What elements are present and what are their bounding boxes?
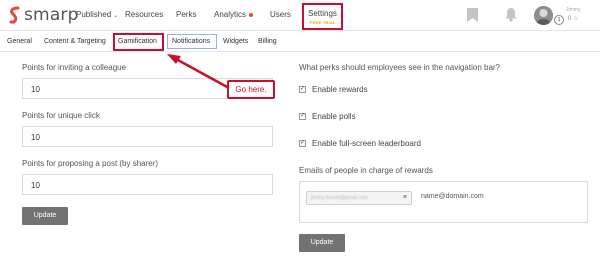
tab-content-targeting[interactable]: Content & Targeting	[44, 38, 106, 45]
nav-settings[interactable]: Settings	[308, 9, 337, 18]
invite-points-label: Points for inviting a colleague	[22, 63, 127, 72]
nav-users[interactable]: Users	[270, 10, 291, 19]
tab-notifications[interactable]: Notifications	[172, 38, 210, 45]
tab-gamification[interactable]: Gamification	[118, 38, 157, 45]
bell-icon[interactable]	[505, 7, 517, 22]
tab-billing[interactable]: Billing	[258, 38, 277, 45]
email-tag-text: jimmy.doucet@gmail.com	[311, 195, 368, 201]
smarp-logo-icon	[9, 6, 20, 24]
enable-rewards-row[interactable]: ✓ Enable rewards	[299, 85, 368, 94]
remove-tag-icon[interactable]: ×	[403, 194, 407, 201]
free-trial-label: FREE TRIAL	[310, 20, 336, 25]
email-input-placeholder[interactable]: name@domain.com	[421, 193, 484, 200]
go-here-callout: Go here.	[227, 80, 275, 99]
chevron-down-icon: ⌄	[113, 13, 119, 19]
notification-count-badge: 1	[554, 15, 564, 25]
enable-rewards-label: Enable rewards	[312, 85, 368, 94]
smarp-logo[interactable]: smarp	[8, 5, 79, 25]
post-points-label: Points for proposing a post (by sharer)	[22, 159, 159, 168]
user-stars: 0 ☆	[568, 16, 579, 22]
nav-perks-label: Perks	[176, 10, 197, 19]
notification-dot	[249, 12, 254, 17]
nav-resources-label: Resources	[125, 10, 164, 19]
tab-widgets[interactable]: Widgets	[223, 38, 248, 45]
enable-leaderboard-row[interactable]: ✓ Enable full-screen leaderboard	[299, 139, 421, 148]
logo-text: smarp	[24, 5, 79, 25]
settings-subnav: General Content & Targeting Gamification…	[0, 32, 600, 52]
enable-polls-checkbox[interactable]: ✓	[299, 113, 306, 120]
enable-polls-row[interactable]: ✓ Enable polls	[299, 112, 356, 121]
nav-users-label: Users	[270, 10, 291, 19]
enable-rewards-checkbox[interactable]: ✓	[299, 86, 306, 93]
enable-leaderboard-label: Enable full-screen leaderboard	[312, 139, 421, 148]
nav-published-label: Published	[76, 10, 112, 19]
enable-leaderboard-checkbox[interactable]: ✓	[299, 140, 306, 147]
perks-question-label: What perks should employees see in the n…	[299, 63, 501, 72]
click-points-label: Points for unique click	[22, 111, 100, 120]
update-button-left[interactable]: Update	[22, 207, 68, 225]
nav-analytics[interactable]: Analytics	[214, 10, 254, 19]
enable-polls-label: Enable polls	[312, 112, 356, 121]
post-points-input[interactable]: 10	[22, 174, 273, 195]
nav-perks[interactable]: Perks	[176, 10, 196, 19]
click-points-input[interactable]: 10	[22, 126, 273, 147]
bookmark-icon[interactable]	[467, 8, 478, 22]
user-name[interactable]: Jimmy	[566, 7, 580, 13]
top-navigation-bar: smarp Published ⌄ Resources Perks Analyti…	[0, 0, 600, 31]
update-button-right[interactable]: Update	[299, 234, 345, 252]
reward-emails-label: Emails of people in charge of rewards	[299, 166, 433, 175]
tab-general[interactable]: General	[7, 38, 32, 45]
nav-resources[interactable]: Resources	[125, 10, 163, 19]
nav-published[interactable]: Published ⌄	[76, 10, 118, 19]
avatar[interactable]	[534, 6, 553, 25]
nav-analytics-label: Analytics	[214, 10, 247, 19]
email-tag: jimmy.doucet@gmail.com ×	[306, 191, 412, 205]
user-photo-icon	[534, 6, 553, 25]
